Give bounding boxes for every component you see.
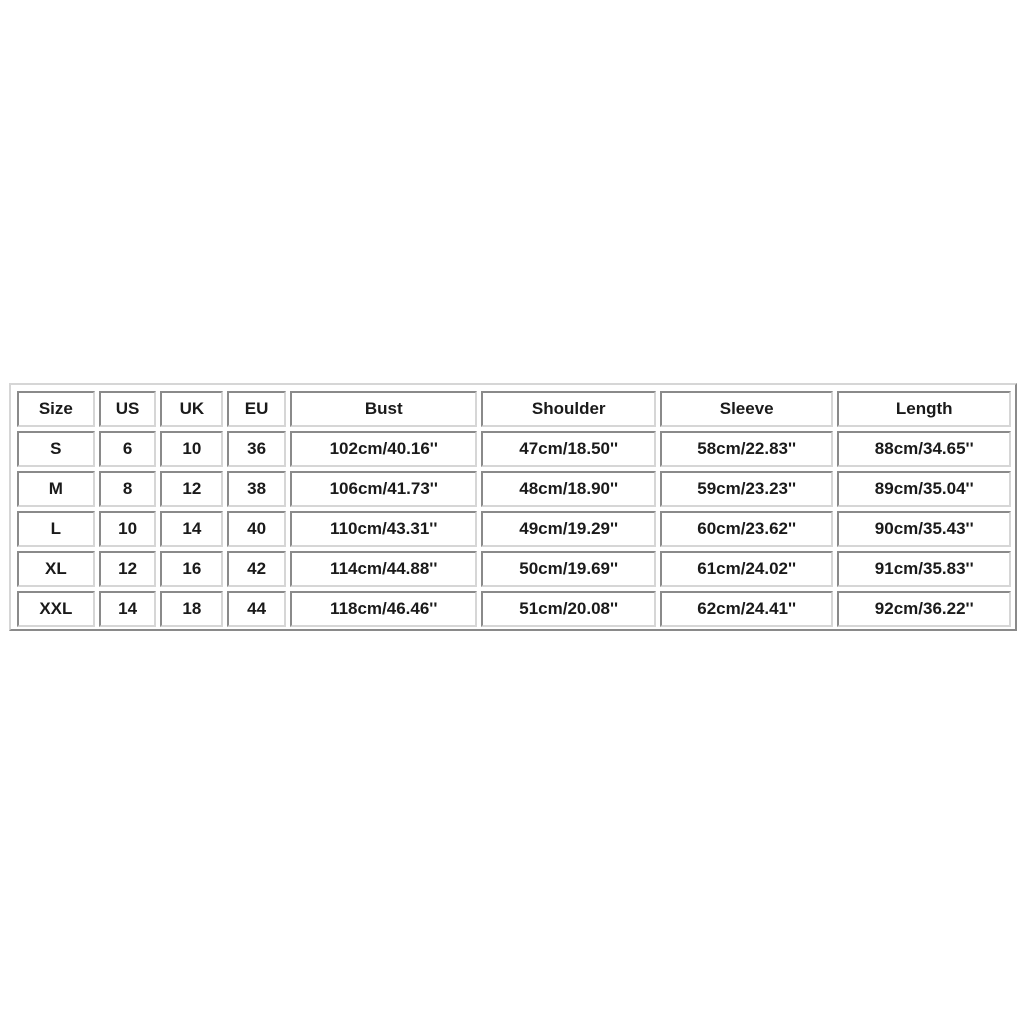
cell-eu: 44: [227, 591, 286, 627]
cell-eu: 42: [227, 551, 286, 587]
cell-shoulder: 51cm/20.08'': [481, 591, 656, 627]
table-row: M 8 12 38 106cm/41.73'' 48cm/18.90'' 59c…: [17, 471, 1011, 507]
table-row: XXL 14 18 44 118cm/46.46'' 51cm/20.08'' …: [17, 591, 1011, 627]
cell-bust: 106cm/41.73'': [290, 471, 478, 507]
cell-uk: 16: [160, 551, 224, 587]
cell-size: S: [17, 431, 95, 467]
cell-shoulder: 47cm/18.50'': [481, 431, 656, 467]
cell-sleeve: 60cm/23.62'': [659, 511, 834, 547]
header-row: Size US UK EU Bust Shoulder Sleeve Lengt…: [17, 391, 1011, 427]
cell-eu: 36: [227, 431, 286, 467]
header-uk: UK: [160, 391, 224, 427]
header-us: US: [98, 391, 157, 427]
cell-length: 89cm/35.04'': [837, 471, 1011, 507]
table-row: L 10 14 40 110cm/43.31'' 49cm/19.29'' 60…: [17, 511, 1011, 547]
cell-us: 14: [98, 591, 157, 627]
cell-us: 6: [98, 431, 157, 467]
cell-eu: 38: [227, 471, 286, 507]
cell-size: L: [17, 511, 95, 547]
cell-sleeve: 62cm/24.41'': [659, 591, 834, 627]
cell-uk: 10: [160, 431, 224, 467]
cell-uk: 14: [160, 511, 224, 547]
cell-us: 12: [98, 551, 157, 587]
cell-eu: 40: [227, 511, 286, 547]
size-chart-table: Size US UK EU Bust Shoulder Sleeve Lengt…: [13, 387, 1015, 631]
cell-bust: 114cm/44.88'': [290, 551, 478, 587]
cell-size: XXL: [17, 591, 95, 627]
header-shoulder: Shoulder: [481, 391, 656, 427]
header-length: Length: [837, 391, 1011, 427]
cell-length: 91cm/35.83'': [837, 551, 1011, 587]
cell-shoulder: 50cm/19.69'': [481, 551, 656, 587]
size-chart-frame: Size US UK EU Bust Shoulder Sleeve Lengt…: [9, 383, 1017, 631]
header-size: Size: [17, 391, 95, 427]
cell-bust: 102cm/40.16'': [290, 431, 478, 467]
cell-size: XL: [17, 551, 95, 587]
table-row: XL 12 16 42 114cm/44.88'' 50cm/19.69'' 6…: [17, 551, 1011, 587]
cell-us: 10: [98, 511, 157, 547]
cell-sleeve: 59cm/23.23'': [659, 471, 834, 507]
cell-uk: 18: [160, 591, 224, 627]
header-sleeve: Sleeve: [659, 391, 834, 427]
cell-uk: 12: [160, 471, 224, 507]
cell-bust: 118cm/46.46'': [290, 591, 478, 627]
cell-shoulder: 48cm/18.90'': [481, 471, 656, 507]
cell-shoulder: 49cm/19.29'': [481, 511, 656, 547]
cell-bust: 110cm/43.31'': [290, 511, 478, 547]
header-eu: EU: [227, 391, 286, 427]
cell-length: 90cm/35.43'': [837, 511, 1011, 547]
cell-length: 92cm/36.22'': [837, 591, 1011, 627]
cell-us: 8: [98, 471, 157, 507]
cell-size: M: [17, 471, 95, 507]
cell-sleeve: 58cm/22.83'': [659, 431, 834, 467]
cell-sleeve: 61cm/24.02'': [659, 551, 834, 587]
cell-length: 88cm/34.65'': [837, 431, 1011, 467]
table-row: S 6 10 36 102cm/40.16'' 47cm/18.50'' 58c…: [17, 431, 1011, 467]
header-bust: Bust: [290, 391, 478, 427]
